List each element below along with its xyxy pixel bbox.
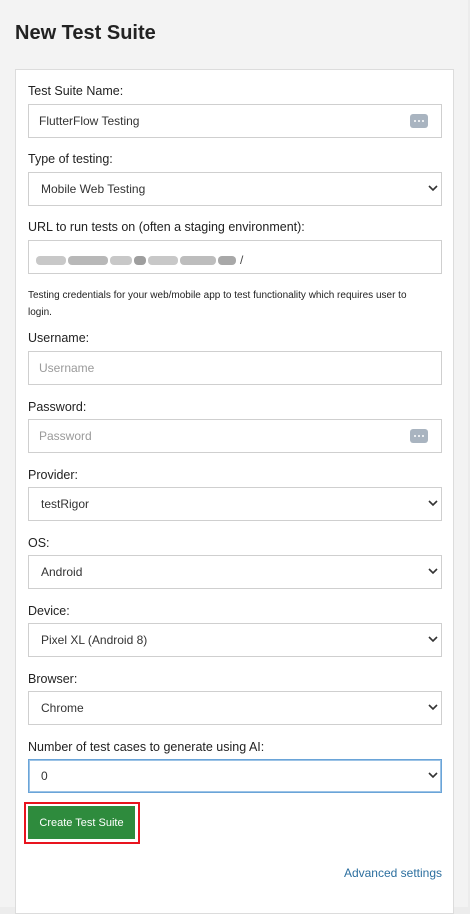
chevron-down-icon: [428, 568, 438, 575]
username-label: Username:: [28, 331, 90, 345]
device-select[interactable]: Pixel XL (Android 8): [28, 623, 442, 657]
url-suffix: /: [240, 253, 244, 267]
provider-label: Provider:: [28, 468, 79, 482]
ai-cases-value: 0: [41, 769, 48, 783]
page-title: New Test Suite: [15, 22, 156, 44]
password-input[interactable]: [28, 419, 442, 453]
chevron-down-icon: [428, 185, 438, 192]
password-manager-icon[interactable]: [410, 114, 428, 128]
testing-type-value: Mobile Web Testing: [41, 182, 146, 196]
url-redacted-value: /: [36, 252, 246, 268]
browser-value: Chrome: [41, 701, 84, 715]
device-label: Device:: [28, 604, 70, 618]
os-value: Android: [41, 565, 83, 579]
password-label: Password:: [28, 400, 87, 414]
testing-type-label: Type of testing:: [28, 152, 113, 166]
browser-label: Browser:: [28, 672, 78, 686]
ai-cases-select[interactable]: 0: [28, 759, 442, 793]
browser-select[interactable]: Chrome: [28, 691, 442, 725]
chevron-down-icon: [428, 704, 438, 711]
provider-select[interactable]: testRigor: [28, 487, 442, 521]
device-value: Pixel XL (Android 8): [41, 633, 148, 647]
testing-type-select[interactable]: Mobile Web Testing: [28, 172, 442, 206]
provider-value: testRigor: [41, 497, 90, 511]
chevron-down-icon: [428, 636, 438, 643]
create-test-suite-button[interactable]: Create Test Suite: [28, 806, 135, 839]
chevron-down-icon: [428, 772, 438, 779]
os-select[interactable]: Android: [28, 555, 442, 589]
suite-name-label: Test Suite Name:: [28, 84, 124, 98]
password-manager-icon[interactable]: [410, 429, 428, 443]
suite-name-input[interactable]: [28, 104, 442, 138]
chevron-down-icon: [428, 500, 438, 507]
ai-cases-label: Number of test cases to generate using A…: [28, 740, 265, 754]
credentials-note: Testing credentials for your web/mobile …: [28, 290, 407, 318]
advanced-settings-link[interactable]: Advanced settings: [344, 866, 442, 880]
username-input[interactable]: [28, 351, 442, 385]
url-label: URL to run tests on (often a staging env…: [28, 220, 305, 234]
os-label: OS:: [28, 536, 50, 550]
